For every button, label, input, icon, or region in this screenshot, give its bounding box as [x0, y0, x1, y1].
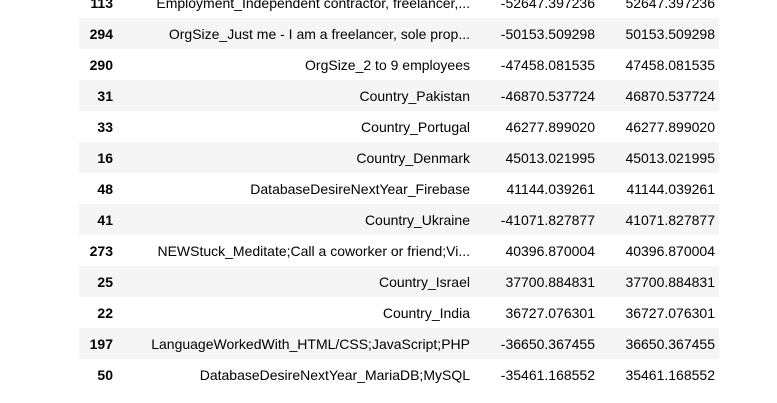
abs-coefficient-cell: 46870.537724: [625, 87, 715, 104]
dataframe-body: 113 Employment_Independent contractor, fr…: [79, 0, 719, 390]
coefficient-cell: 40396.870004: [505, 242, 595, 259]
coefficient-cell: -47458.081535: [500, 56, 595, 73]
row-spacer: [715, 173, 719, 204]
coefficient-cell: 37700.884831: [505, 273, 595, 290]
row-spacer: [715, 18, 719, 49]
feature-cell: DatabaseDesireNextYear_Firebase: [250, 180, 470, 197]
table-row: 33 Country_Portugal 46277.899020 46277.8990…: [79, 111, 719, 142]
feature-cell: Employment_Independent contractor, freel…: [156, 0, 470, 11]
row-spacer: [715, 0, 719, 18]
row-spacer: [715, 297, 719, 328]
abs-coefficient-cell: 41071.827877: [625, 211, 715, 228]
row-index: 113: [90, 0, 113, 11]
table-row: 273 NEWStuck_Meditate;Call a coworker or …: [79, 235, 719, 266]
feature-cell: Country_India: [382, 304, 470, 321]
feature-cell: LanguageWorkedWith_HTML/CSS;JavaScript;P…: [151, 335, 470, 352]
feature-cell: NEWStuck_Meditate;Call a coworker or fri…: [157, 242, 470, 259]
table-row: 41 Country_Ukraine -41071.827877 41071.8278…: [79, 204, 719, 235]
table-row: 31 Country_Pakistan -46870.537724 46870.537…: [79, 80, 719, 111]
row-index: 41: [97, 211, 113, 228]
row-spacer: [715, 266, 719, 297]
row-spacer: [715, 328, 719, 359]
row-index: 33: [97, 118, 113, 135]
dataframe-table: 113 Employment_Independent contractor, fr…: [79, 0, 719, 390]
coefficient-cell: -35461.168552: [500, 366, 595, 383]
feature-cell: Country_Portugal: [361, 118, 470, 135]
table-row: 16 Country_Denmark 45013.021995 45013.02199…: [79, 142, 719, 173]
row-spacer: [715, 142, 719, 173]
feature-cell: Country_Pakistan: [359, 87, 470, 104]
coefficient-cell: 45013.021995: [505, 149, 595, 166]
coefficient-cell: 41144.039261: [506, 180, 596, 197]
row-spacer: [715, 80, 719, 111]
abs-coefficient-cell: 35461.168552: [625, 366, 715, 383]
row-index: 50: [97, 366, 113, 383]
coefficient-cell: -36650.367455: [500, 335, 595, 352]
feature-cell: DatabaseDesireNextYear_MariaDB;MySQL: [199, 366, 470, 383]
abs-coefficient-cell: 41144.039261: [626, 180, 716, 197]
feature-cell: Country_Denmark: [356, 149, 470, 166]
row-index: 22: [97, 304, 113, 321]
row-index: 31: [97, 87, 113, 104]
feature-cell: OrgSize_2 to 9 employees: [305, 56, 470, 73]
row-spacer: [715, 235, 719, 266]
feature-cell: OrgSize_Just me - I am a freelancer, sol…: [168, 25, 470, 42]
coefficient-cell: -52647.397236: [500, 0, 595, 11]
row-index: 273: [89, 242, 113, 259]
abs-coefficient-cell: 40396.870004: [625, 242, 715, 259]
table-row: 48 DatabaseDesireNextYear_Firebase 41144.0…: [79, 173, 719, 204]
abs-coefficient-cell: 36727.076301: [625, 304, 715, 321]
abs-coefficient-cell: 45013.021995: [625, 149, 715, 166]
row-index: 25: [97, 273, 113, 290]
coefficient-cell: -41071.827877: [500, 211, 595, 228]
row-index: 290: [89, 56, 113, 73]
abs-coefficient-cell: 36650.367455: [625, 335, 715, 352]
table-row: 290 OrgSize_2 to 9 employees -47458.081535…: [79, 49, 719, 80]
table-row: 25 Country_Israel 37700.884831 37700.884831: [79, 266, 719, 297]
row-spacer: [715, 204, 719, 235]
row-spacer: [715, 111, 719, 142]
table-row: 50 DatabaseDesireNextYear_MariaDB;MySQL -3…: [79, 359, 719, 390]
abs-coefficient-cell: 47458.081535: [625, 56, 715, 73]
coefficient-cell: -50153.509298: [500, 25, 595, 42]
feature-cell: Country_Israel: [378, 273, 470, 290]
table-row: 22 Country_India 36727.076301 36727.076301: [79, 297, 719, 328]
row-index: 294: [89, 25, 113, 42]
table-row: 113 Employment_Independent contractor, fr…: [79, 0, 719, 18]
abs-coefficient-cell: 46277.899020: [625, 118, 715, 135]
row-index: 16: [97, 149, 113, 166]
row-index: 48: [97, 180, 113, 197]
abs-coefficient-cell: 50153.509298: [625, 25, 715, 42]
coefficient-cell: 46277.899020: [505, 118, 595, 135]
feature-cell: Country_Ukraine: [364, 211, 470, 228]
row-index: 197: [89, 335, 113, 352]
row-spacer: [715, 49, 719, 80]
table-row: 294 OrgSize_Just me - I am a freelancer, …: [79, 18, 719, 49]
coefficient-cell: 36727.076301: [505, 304, 595, 321]
abs-coefficient-cell: 37700.884831: [625, 273, 715, 290]
coefficient-cell: -46870.537724: [500, 87, 595, 104]
dataframe-output: 113 Employment_Independent contractor, fr…: [0, 0, 777, 403]
row-spacer: [715, 359, 719, 390]
table-row: 197 LanguageWorkedWith_HTML/CSS;JavaScrip…: [79, 328, 719, 359]
abs-coefficient-cell: 52647.397236: [625, 0, 715, 11]
